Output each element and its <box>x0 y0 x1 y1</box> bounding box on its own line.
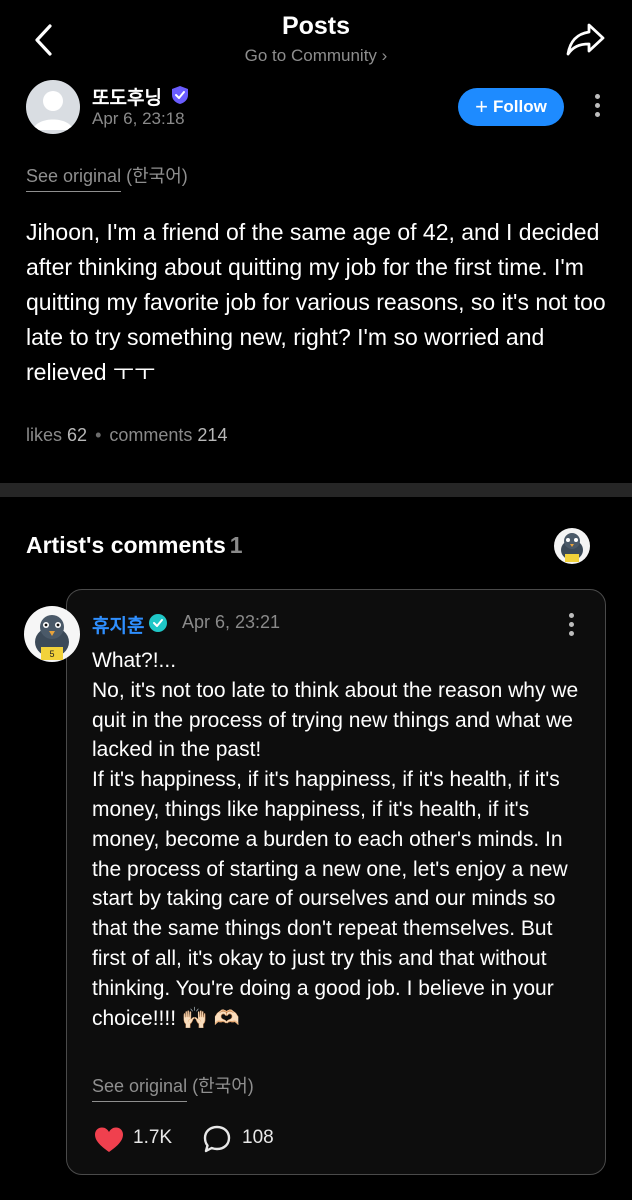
comment-bubble-icon <box>203 1125 231 1153</box>
svg-text:5: 5 <box>49 649 54 659</box>
comment-likes-count: 1.7K <box>133 1127 173 1148</box>
post-more-options-icon[interactable] <box>592 94 602 117</box>
share-arrow-icon <box>566 23 605 56</box>
see-original-comment-link[interactable]: See original (한국어) <box>92 1072 254 1102</box>
comments-label[interactable]: comments <box>109 425 192 445</box>
see-original-label: See original <box>92 1076 188 1102</box>
default-user-icon <box>33 91 73 130</box>
verified-badge-icon <box>148 613 168 633</box>
verified-badge-icon <box>170 85 190 105</box>
follow-label: Follow <box>493 97 547 116</box>
pigeon-avatar-icon: 5 <box>35 615 69 660</box>
heart-icon <box>95 1127 123 1152</box>
comment-body: What?!... No, it's not too late to think… <box>92 649 579 1030</box>
comment-author[interactable]: 휴지훈 <box>92 611 144 638</box>
see-original-post-link[interactable]: See original (한국어) <box>26 162 188 192</box>
comment-more-options-icon[interactable] <box>566 613 576 636</box>
artist-avatar[interactable]: 5 <box>24 606 80 662</box>
original-language: (한국어) <box>126 166 188 186</box>
plus-icon: + <box>475 94 489 119</box>
go-to-community-label: Go to Community <box>244 46 377 65</box>
original-language: (한국어) <box>192 1076 254 1096</box>
chevron-right-icon: › <box>381 46 388 65</box>
section-divider <box>0 483 632 497</box>
artist-comments-title: Artist's comments <box>26 532 226 558</box>
comments-count[interactable]: 214 <box>197 425 227 445</box>
post-date: Apr 6, 23:18 <box>92 109 185 128</box>
go-to-community-link[interactable]: Go to Community › <box>0 46 632 66</box>
see-original-label: See original <box>26 166 122 192</box>
follow-button[interactable]: + Follow <box>458 88 564 126</box>
separator-dot: • <box>95 425 102 445</box>
pigeon-avatar-icon <box>561 533 583 562</box>
author-avatar[interactable] <box>26 80 80 134</box>
like-button[interactable] <box>94 1126 124 1154</box>
post-body: Jihoon, I'm a friend of the same age of … <box>26 219 606 385</box>
page-title: Posts <box>281 12 351 40</box>
share-button[interactable] <box>565 20 607 58</box>
likes-label: likes <box>26 425 63 445</box>
post-stats: likes 62 • comments 214 <box>26 425 227 446</box>
artist-comments-heading: Artist's comments 1 <box>26 532 243 559</box>
artist-comments-count: 1 <box>229 532 243 558</box>
comment-date: Apr 6, 23:21 <box>182 612 281 632</box>
likes-count: 62 <box>67 425 88 445</box>
artist-avatar-small[interactable] <box>554 528 590 564</box>
reply-button[interactable] <box>202 1124 232 1154</box>
author-name[interactable]: 또도후닝 <box>92 83 162 110</box>
comment-replies-count: 108 <box>242 1127 274 1148</box>
